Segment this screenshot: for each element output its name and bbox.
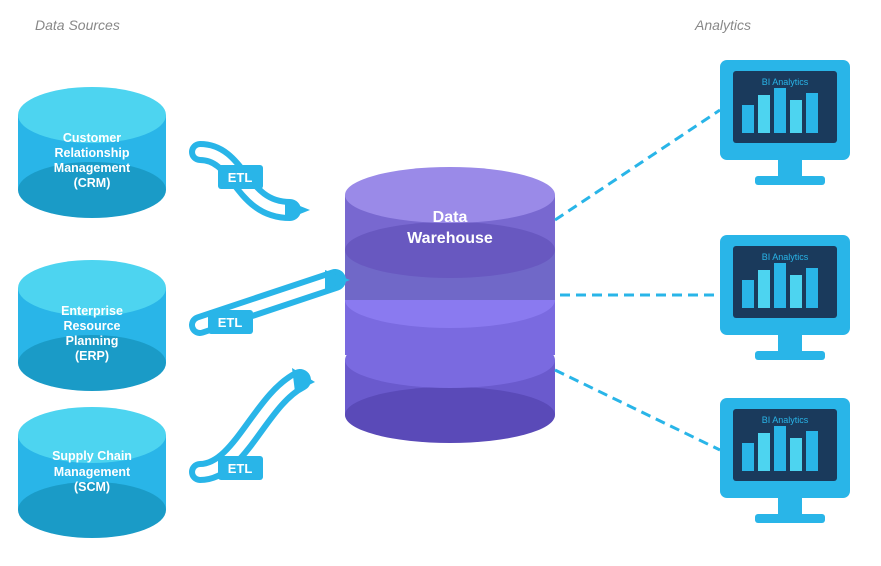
etl1-label-text: ETL (228, 170, 253, 185)
scm-label-1: Supply Chain (52, 449, 132, 463)
erp-label-2: Resource (64, 319, 121, 333)
monitor3-base (755, 514, 825, 523)
monitor3-bar3 (774, 426, 786, 471)
dw-layer-4-bottom (345, 387, 555, 443)
monitor2-stand (778, 335, 802, 351)
etl3-label-text: ETL (228, 461, 253, 476)
monitor1-text1: BI Analytics (762, 77, 809, 87)
monitor3-bar4 (790, 438, 802, 471)
dw-label-1: Data (433, 209, 468, 226)
diagram-svg: Data Sources Analytics Customer Relation… (0, 0, 881, 566)
crm-label-2: Relationship (54, 146, 129, 160)
monitor1-bar1 (742, 105, 754, 133)
monitor2-bar2 (758, 270, 770, 308)
monitor2-text1: BI Analytics (762, 252, 809, 262)
dw-to-monitor1-line (555, 110, 720, 220)
scm-label-2: Management (54, 465, 131, 479)
erp-label-3: Planning (66, 334, 119, 348)
scm-label-3: (SCM) (74, 480, 110, 494)
monitor3-bar2 (758, 433, 770, 471)
erp-label-4: (ERP) (75, 349, 109, 363)
monitor2-bar5 (806, 268, 818, 308)
monitor1-bar3 (774, 88, 786, 133)
right-section-label: Analytics (694, 17, 751, 33)
monitor2-bar1 (742, 280, 754, 308)
crm-label-3: Management (54, 161, 131, 175)
crm-label-1: Customer (63, 131, 121, 145)
monitor2-base (755, 351, 825, 360)
monitor2-bar3 (774, 263, 786, 308)
diagram-container: Data Sources Analytics Customer Relation… (0, 0, 881, 566)
crm-label-4: (CRM) (74, 176, 111, 190)
etl2-label-text: ETL (218, 315, 243, 330)
dw-to-monitor3-line (555, 370, 720, 450)
dw-label-2: Warehouse (407, 230, 493, 247)
monitor3-stand (778, 498, 802, 514)
erp-label-1: Enterprise (61, 304, 123, 318)
monitor1-base (755, 176, 825, 185)
monitor3-bar1 (742, 443, 754, 471)
monitor3-text1: BI Analytics (762, 415, 809, 425)
left-section-label: Data Sources (35, 17, 120, 33)
monitor1-bar5 (806, 93, 818, 133)
monitor3-bar5 (806, 431, 818, 471)
monitor1-bar2 (758, 95, 770, 133)
monitor2-bar4 (790, 275, 802, 308)
monitor1-bar4 (790, 100, 802, 133)
monitor1-stand (778, 160, 802, 176)
